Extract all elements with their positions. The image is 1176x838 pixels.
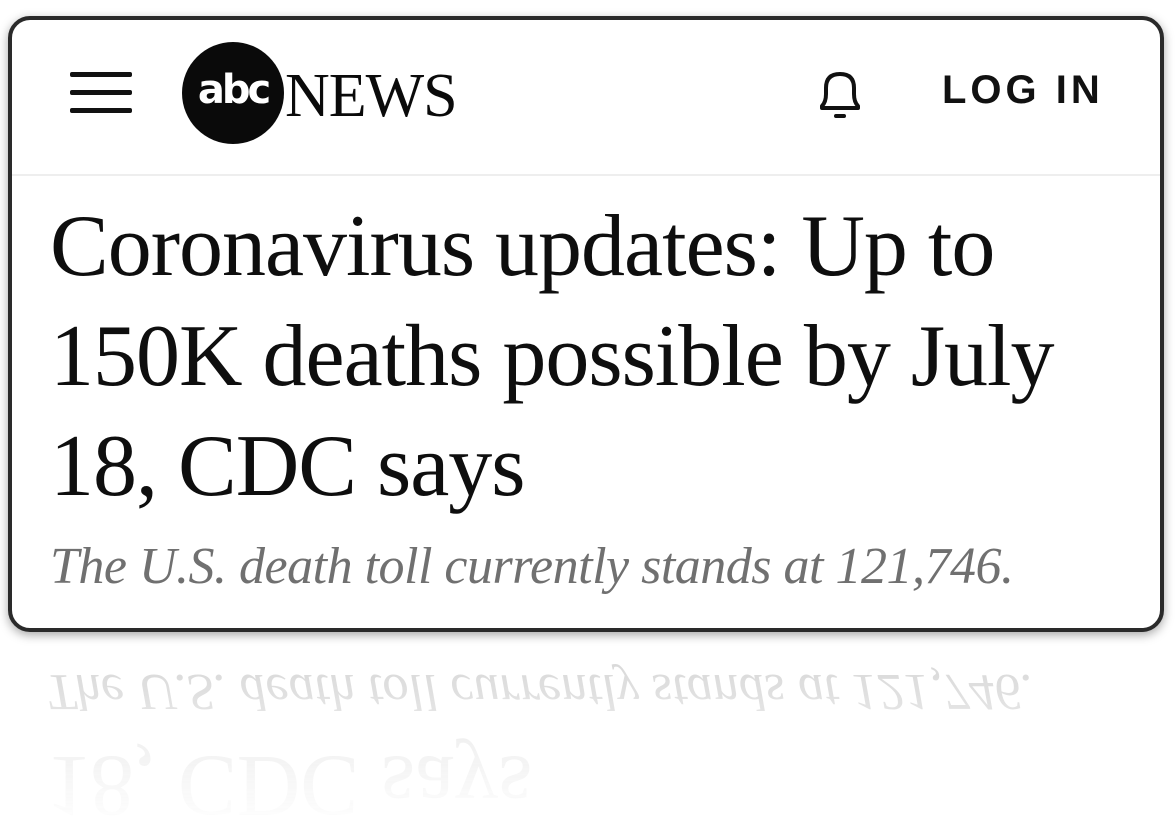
hamburger-menu-icon[interactable]	[70, 70, 132, 116]
card-reflection: 18, CDC says The U.S. death toll current…	[8, 640, 1164, 830]
article-headline[interactable]: Coronavirus updates: Up to 150K deaths p…	[50, 192, 1150, 522]
screenshot-stage: abc NEWS LOG IN Coronavirus updates: Up …	[0, 0, 1176, 838]
site-header: abc NEWS LOG IN	[12, 20, 1160, 176]
logo-abc-text: abc	[197, 67, 271, 113]
login-button[interactable]: LOG IN	[942, 66, 1104, 114]
logo-news-text: NEWS	[285, 62, 458, 130]
reflection-headline: 18, CDC says	[46, 737, 533, 830]
abc-news-logo[interactable]: abc NEWS	[182, 42, 502, 146]
article-subheadline: The U.S. death toll currently stands at …	[50, 538, 1014, 595]
bell-icon[interactable]	[808, 62, 872, 126]
reflection-subheadline: The U.S. death toll currently stands at …	[46, 663, 1034, 720]
article-card: abc NEWS LOG IN Coronavirus updates: Up …	[8, 16, 1164, 632]
reflection-flipped: 18, CDC says The U.S. death toll current…	[8, 640, 1164, 830]
